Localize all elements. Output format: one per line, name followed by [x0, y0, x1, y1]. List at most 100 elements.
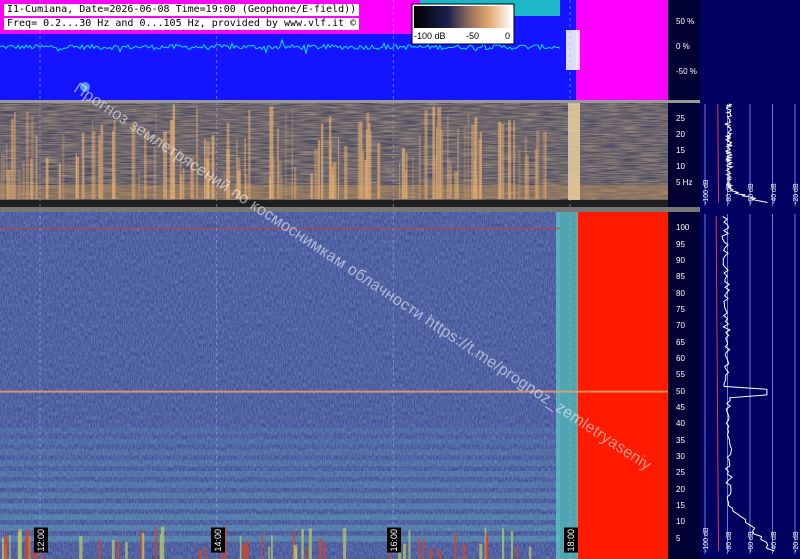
bottom-burst — [4, 535, 8, 559]
time-tick-label: 16:00 — [387, 528, 402, 553]
low-activity-column — [196, 108, 198, 199]
high-y-tick-label: 95 — [676, 239, 685, 249]
low-activity-column — [454, 171, 459, 199]
low-activity-column — [25, 111, 29, 199]
bottom-burst — [271, 535, 273, 559]
low-activity-column — [344, 145, 348, 199]
high-y-tick-label: 20 — [676, 484, 685, 494]
low-activity-column — [291, 151, 293, 199]
low-activity-column — [281, 176, 283, 199]
high-y-tick-label: 55 — [676, 370, 685, 380]
low-activity-column — [138, 172, 140, 199]
spectrum-x-tick-label: -60 dB — [748, 183, 755, 204]
high-y-tick-label: 80 — [676, 288, 685, 298]
high-y-tick-label: 85 — [676, 272, 685, 282]
colorbar-label-mid: -50 — [466, 31, 480, 41]
time-tick-label: 12:00 — [34, 528, 48, 553]
low-activity-column — [11, 118, 14, 199]
bottom-burst — [308, 528, 312, 559]
low-activity-column — [13, 111, 16, 199]
bottom-burst — [462, 543, 466, 559]
bottom-burst — [403, 543, 406, 559]
bottom-burst — [479, 543, 483, 559]
low-y-tick-label: 20 — [676, 130, 685, 139]
low-activity-column — [467, 114, 470, 199]
low-activity-column — [364, 160, 367, 199]
low-activity-column — [278, 160, 282, 199]
bottom-burst — [422, 538, 425, 559]
low-activity-column — [62, 134, 65, 199]
bottom-burst — [485, 534, 489, 559]
bottom-burst — [155, 526, 157, 559]
low-frequency-band — [0, 503, 560, 510]
bottom-burst — [306, 546, 308, 559]
low-activity-column — [328, 147, 332, 199]
high-y-tick-label: 10 — [676, 517, 685, 527]
low-activity-column — [179, 174, 183, 199]
bottom-burst — [239, 535, 242, 559]
high-y-tick-label: 25 — [676, 468, 685, 478]
bottom-burst — [343, 528, 347, 559]
high-y-tick-label: 35 — [676, 435, 685, 445]
low-activity-column — [507, 120, 512, 199]
header-line-2: Freq= 0.2...30 Hz and 0...105 Hz, provid… — [4, 18, 360, 30]
time-tick-label: 18:00 — [564, 528, 578, 553]
low-activity-column — [113, 120, 116, 199]
waveform-saturation-right — [576, 0, 668, 100]
low-activity-column — [22, 161, 25, 199]
low-activity-column — [418, 134, 421, 199]
low-activity-column — [357, 121, 359, 199]
high-y-tick-label: 45 — [676, 403, 685, 412]
high-y-tick-label: 40 — [676, 419, 685, 429]
bottom-burst — [98, 539, 101, 559]
low-activity-column — [272, 158, 275, 199]
low-activity-column — [18, 169, 21, 199]
low-activity-column — [449, 164, 452, 199]
low-frequency-band — [0, 471, 560, 477]
low-activity-column — [35, 135, 38, 199]
spectrum-x-tick-label: -100 dB — [703, 179, 710, 204]
bottom-burst — [417, 537, 420, 559]
spectrum-x-tick-label: -80 dB — [725, 531, 733, 552]
spectrogram-saturation-edge — [556, 212, 578, 559]
bottom-burst — [502, 528, 505, 559]
low-activity-column — [92, 120, 94, 199]
low-activity-column — [285, 112, 287, 199]
high-y-tick-label: 70 — [676, 321, 685, 331]
high-y-tick-label: 15 — [676, 501, 685, 510]
low-activity-column — [331, 173, 334, 199]
low-frequency-band — [0, 449, 560, 456]
high-y-tick-label: 50 — [676, 386, 685, 396]
low-y-tick-label: 15 — [676, 146, 685, 155]
spectrum-x-tick-label: -100 dB — [703, 527, 710, 552]
bottom-burst — [160, 526, 165, 559]
low-activity-column — [338, 137, 340, 199]
low-activity-column — [153, 146, 156, 199]
bottom-burst — [204, 546, 207, 559]
bottom-burst — [261, 533, 263, 559]
spectrum-x-tick-label: -20 dB — [793, 183, 800, 204]
high-y-tick-label: 30 — [676, 452, 685, 461]
low-y-tick-label: 10 — [676, 162, 685, 171]
low-activity-column — [81, 132, 85, 199]
low-frequency-band — [0, 427, 560, 434]
spectrogram-low-gap — [0, 200, 668, 207]
bottom-burst — [2, 538, 4, 559]
low-y-tick-label: 5 Hz — [676, 178, 693, 187]
bottom-burst — [140, 530, 143, 559]
low-frequency-band — [0, 492, 560, 499]
low-activity-column — [75, 153, 77, 199]
low-activity-column — [318, 140, 321, 199]
low-activity-column — [361, 151, 365, 199]
low-activity-column — [518, 149, 521, 199]
high-y-tick-label: 100 — [676, 223, 690, 233]
low-activity-column — [368, 123, 371, 199]
bottom-burst — [198, 549, 202, 559]
low-frequency-band — [0, 524, 560, 531]
low-frequency-band — [0, 481, 560, 488]
bottom-burst — [79, 536, 83, 559]
bottom-burst — [125, 542, 128, 559]
low-activity-column — [405, 153, 408, 199]
colorbar-label-max: 0 — [505, 31, 511, 41]
low-activity-column — [412, 156, 414, 199]
